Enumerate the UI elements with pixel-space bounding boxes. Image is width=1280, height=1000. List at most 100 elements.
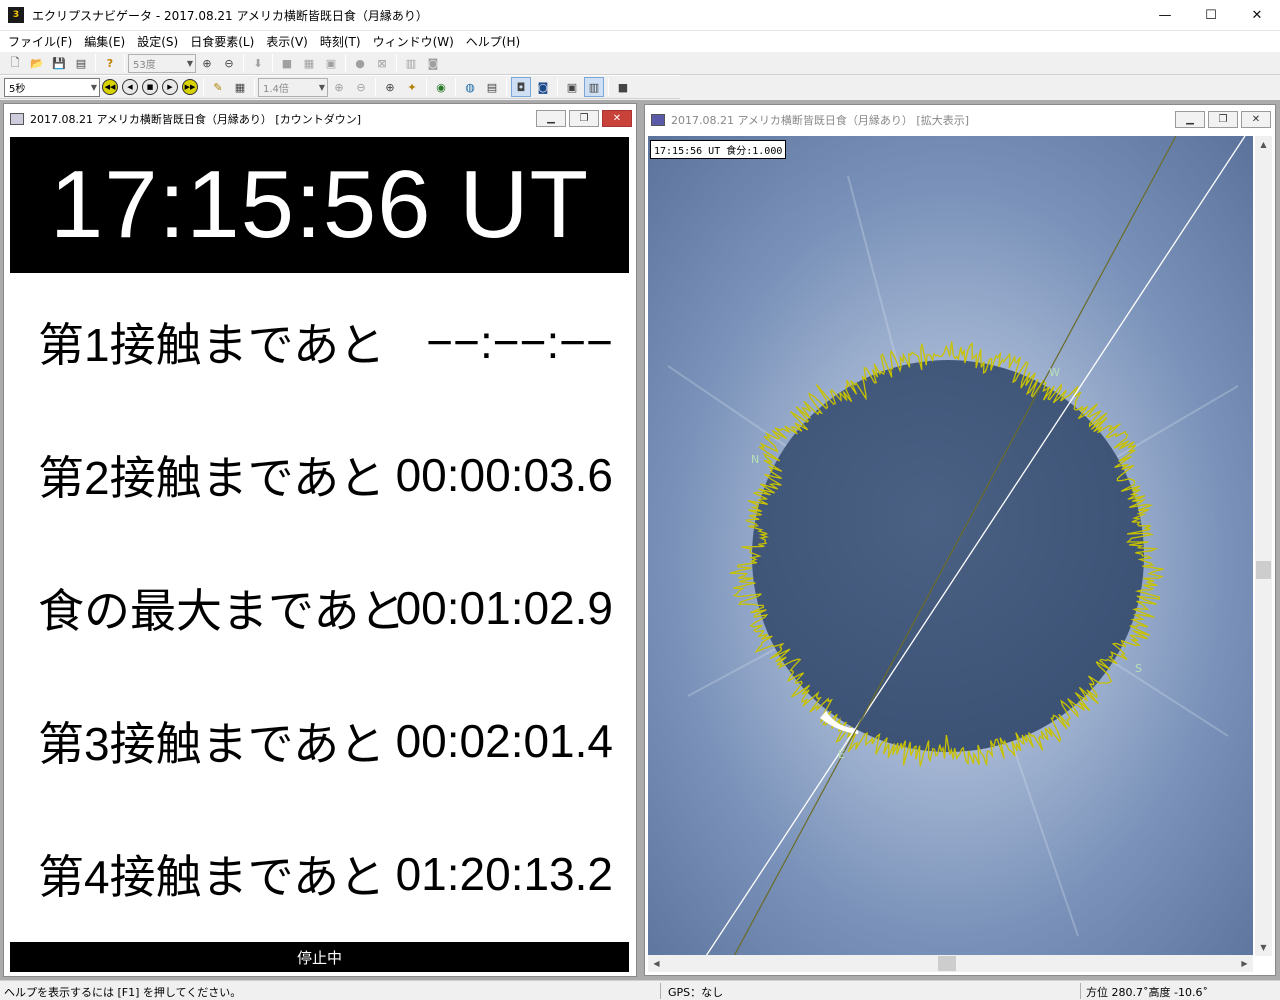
new-file-icon[interactable]: 🗋: [5, 53, 25, 73]
countdown-close-button[interactable]: ✕: [602, 110, 632, 127]
eclipse-view-icon[interactable]: ◙: [533, 77, 553, 97]
zoom-close-button[interactable]: ✕: [1241, 111, 1271, 128]
countdown-value: −−:−−:−−: [426, 316, 613, 368]
countdown-value: 01:20:13.2: [395, 848, 613, 900]
app-title: エクリプスナビゲータ - 2017.08.21 アメリカ横断皆既日食（月縁あり）: [32, 8, 428, 23]
close-button[interactable]: ✕: [1234, 0, 1280, 31]
zoom-in-icon[interactable]: ⊕: [197, 53, 217, 73]
countdown-value: 00:00:03.6: [395, 449, 613, 501]
status-bar: ヘルプを表示するには [F1] を押してください。 GPS：なし 方位 280.…: [0, 980, 1280, 1000]
fast-rewind-icon[interactable]: ◀◀: [102, 79, 118, 95]
countdown-view-icon[interactable]: ▥: [584, 77, 604, 97]
countdown-row-fourth-contact: 第4接触まであと 01:20:13.2: [10, 844, 629, 904]
menu-file[interactable]: ファイル(F): [2, 33, 78, 50]
crosshair-icon[interactable]: ⊕: [380, 77, 400, 97]
magnify-in-icon[interactable]: ⊕: [329, 77, 349, 97]
eclipse-zoom-view[interactable]: N W S E 17:15:56 UT 食分:1.000: [648, 136, 1253, 956]
countdown-label: 第4接触まであと: [38, 851, 386, 903]
status-divider: [660, 983, 661, 999]
chevron-down-icon: ▼: [90, 82, 97, 92]
zoom-window-titlebar: 2017.08.21 アメリカ横断皆既日食（月縁あり） [拡大表示] ▁ ❐ ✕: [645, 105, 1275, 135]
step-back-icon[interactable]: ◀: [122, 79, 138, 95]
circle-view-icon[interactable]: ▣: [321, 53, 341, 73]
record-icon[interactable]: ●: [350, 53, 370, 73]
east-label: E: [838, 748, 845, 761]
countdown-row-third-contact: 第3接触まであと 00:02:01.4: [10, 711, 629, 771]
target-icon[interactable]: ⊠: [372, 53, 392, 73]
vertical-scrollbar[interactable]: ▲ ▼: [1255, 136, 1272, 956]
play-icon[interactable]: ▶: [162, 79, 178, 95]
countdown-label: 第1接触まであと: [38, 319, 386, 371]
download-icon[interactable]: ⬇: [248, 53, 268, 73]
help-icon[interactable]: ?: [100, 53, 120, 73]
countdown-restore-button[interactable]: ❐: [569, 110, 599, 127]
vertical-scroll-thumb[interactable]: [1256, 561, 1271, 579]
square-view-icon[interactable]: ■: [277, 53, 297, 73]
table-view-icon[interactable]: ▤: [482, 77, 502, 97]
countdown-minimize-button[interactable]: ▁: [536, 110, 566, 127]
toolbar-separator: [455, 78, 456, 96]
menu-edit[interactable]: 編集(E): [78, 33, 131, 50]
earth-view-icon[interactable]: ◍: [460, 77, 480, 97]
countdown-label: 食の最大まであと: [38, 585, 406, 637]
menu-eclipse-elements[interactable]: 日食要素(L): [184, 33, 260, 50]
eclipse-image: N W S E: [648, 136, 1253, 956]
gps-status: GPS：なし: [668, 986, 724, 999]
time-step-select[interactable]: 5秒 ▼: [4, 77, 100, 97]
minimize-button[interactable]: —: [1142, 0, 1188, 31]
camera-icon[interactable]: ◙: [423, 53, 443, 73]
fast-forward-icon[interactable]: ▶▶: [182, 79, 198, 95]
menu-time[interactable]: 時刻(T): [314, 33, 367, 50]
menu-bar: ファイル(F) 編集(E) 設定(S) 日食要素(L) 表示(V) 時刻(T) …: [0, 31, 1280, 51]
app-icon[interactable]: 3: [8, 7, 24, 23]
zoom-angle-select[interactable]: 53度 ▼: [128, 53, 196, 73]
scroll-right-icon[interactable]: ▶: [1236, 955, 1253, 972]
countdown-window-icon: [10, 113, 24, 125]
toolbar-separator: [557, 78, 558, 96]
save-icon[interactable]: 💾: [49, 53, 69, 73]
menu-settings[interactable]: 設定(S): [131, 33, 184, 50]
toolbar-separator: [506, 78, 507, 96]
zoom-window: 2017.08.21 アメリカ横断皆既日食（月縁あり） [拡大表示] ▁ ❐ ✕: [644, 104, 1276, 976]
north-label: N: [751, 453, 759, 466]
stop-icon[interactable]: ■: [142, 79, 158, 95]
grid-view-icon[interactable]: ▦: [299, 53, 319, 73]
now-time-icon[interactable]: ▦: [230, 77, 250, 97]
chevron-down-icon: ▼: [186, 58, 193, 68]
globe-pin-icon[interactable]: ◉: [431, 77, 451, 97]
zoom-view-icon[interactable]: ◘: [511, 77, 531, 97]
menu-window[interactable]: ウィンドウ(W): [367, 33, 460, 50]
scroll-up-icon[interactable]: ▲: [1255, 136, 1272, 153]
zoom-window-controls: ▁ ❐ ✕: [1172, 111, 1271, 128]
countdown-window-titlebar: 2017.08.21 アメリカ横断皆既日食（月縁あり） [カウントダウン] ▁ …: [4, 104, 636, 134]
toolbar-separator: [254, 78, 255, 96]
magnification-value: 1.4倍: [263, 83, 289, 95]
zoom-angle-value: 53度: [133, 59, 156, 71]
film-icon[interactable]: ▥: [401, 53, 421, 73]
clock-view-icon[interactable]: ▣: [562, 77, 582, 97]
horizontal-scroll-thumb[interactable]: [938, 956, 956, 971]
open-folder-icon[interactable]: 📂: [27, 53, 47, 73]
scroll-left-icon[interactable]: ◀: [648, 955, 665, 972]
toolbar-separator: [608, 78, 609, 96]
fullscreen-icon[interactable]: ■: [613, 77, 633, 97]
toolbar-separator: [203, 78, 204, 96]
magnification-select[interactable]: 1.4倍 ▼: [258, 77, 328, 97]
main-toolbar: 🗋 📂 💾 ▤ ? 53度 ▼ ⊕ ⊖ ⬇ ■ ▦ ▣ ● ⊠ ▥ ◙: [0, 51, 1280, 75]
zoom-out-icon[interactable]: ⊖: [219, 53, 239, 73]
scroll-down-icon[interactable]: ▼: [1255, 939, 1272, 956]
menu-help[interactable]: ヘルプ(H): [460, 33, 526, 50]
zoom-restore-button[interactable]: ❐: [1208, 111, 1238, 128]
countdown-window: 2017.08.21 アメリカ横断皆既日食（月縁あり） [カウントダウン] ▁ …: [3, 103, 637, 977]
countdown-label: 第3接触まであと: [38, 718, 386, 770]
maximize-button[interactable]: ☐: [1188, 0, 1234, 31]
menu-view[interactable]: 表示(V): [260, 33, 314, 50]
magnify-out-icon[interactable]: ⊖: [351, 77, 371, 97]
time-magnitude-label: 17:15:56 UT 食分:1.000: [650, 140, 787, 159]
horizontal-scrollbar[interactable]: ◀ ▶: [648, 955, 1253, 972]
toolbar-separator: [243, 54, 244, 72]
location-icon[interactable]: ✦: [402, 77, 422, 97]
set-time-icon[interactable]: ✎: [208, 77, 228, 97]
save-all-icon[interactable]: ▤: [71, 53, 91, 73]
zoom-minimize-button[interactable]: ▁: [1175, 111, 1205, 128]
